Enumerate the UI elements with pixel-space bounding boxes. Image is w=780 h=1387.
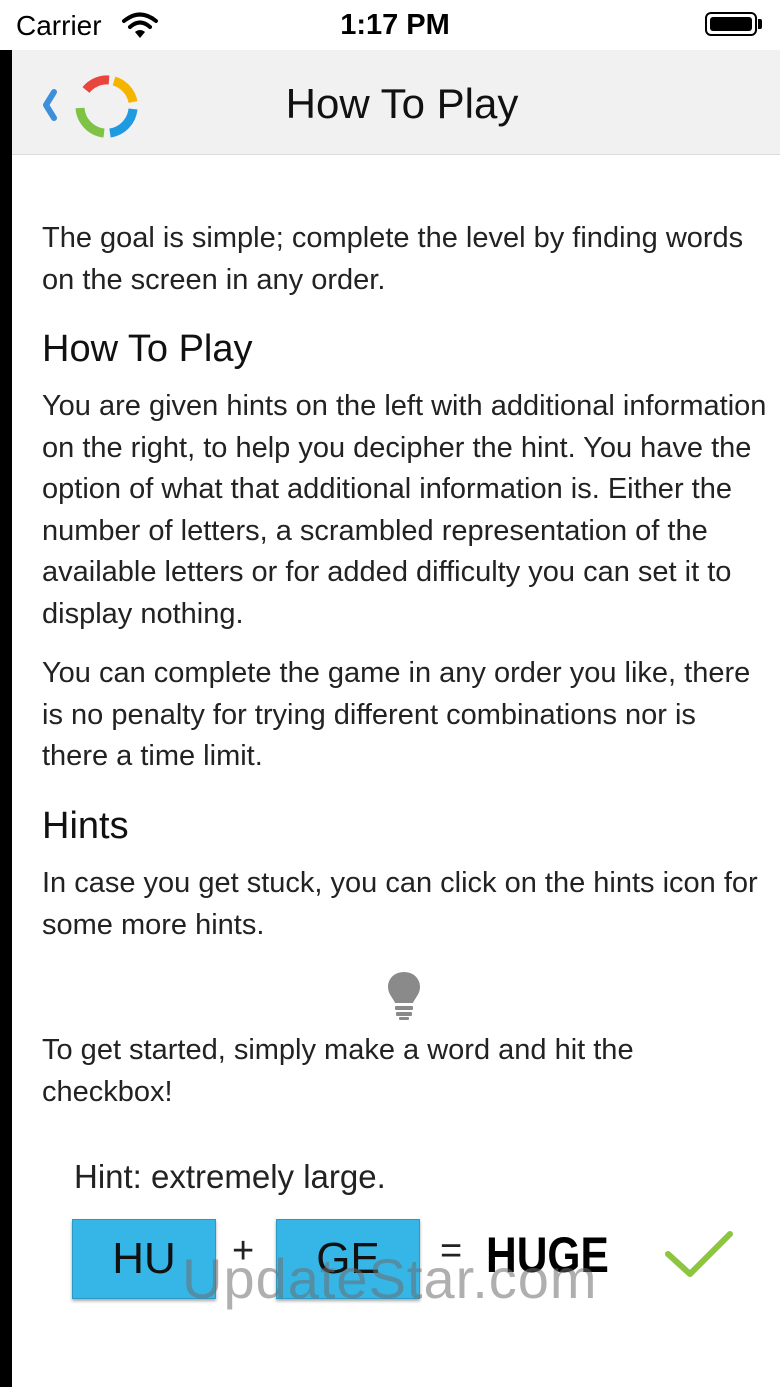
navigation-bar: How To Play	[12, 50, 780, 155]
checkmark-icon[interactable]	[662, 1228, 736, 1287]
clock: 1:17 PM	[340, 9, 450, 41]
how-to-play-text: You are given hints on the left with add…	[42, 390, 767, 630]
battery-nub	[758, 19, 762, 29]
status-bar: Carrier 1:17 PM	[0, 0, 780, 50]
how-to-play-heading: How To Play	[42, 328, 253, 370]
hints-text: In case you get stuck, you can click on …	[42, 867, 758, 941]
example-hint: Hint: extremely large.	[74, 1158, 386, 1195]
device-frame-edge	[0, 0, 12, 1387]
lightbulb-icon	[386, 970, 422, 1027]
watermark: UpdateStar.com	[182, 1247, 598, 1310]
hints-heading: Hints	[42, 805, 129, 847]
page-title: How To Play	[285, 80, 519, 127]
intro-text: The goal is simple; complete the level b…	[42, 222, 744, 296]
start-text: To get started, simply make a word and h…	[42, 1034, 634, 1108]
battery-icon	[705, 12, 757, 36]
order-text: You can complete the game in any order y…	[42, 657, 751, 773]
